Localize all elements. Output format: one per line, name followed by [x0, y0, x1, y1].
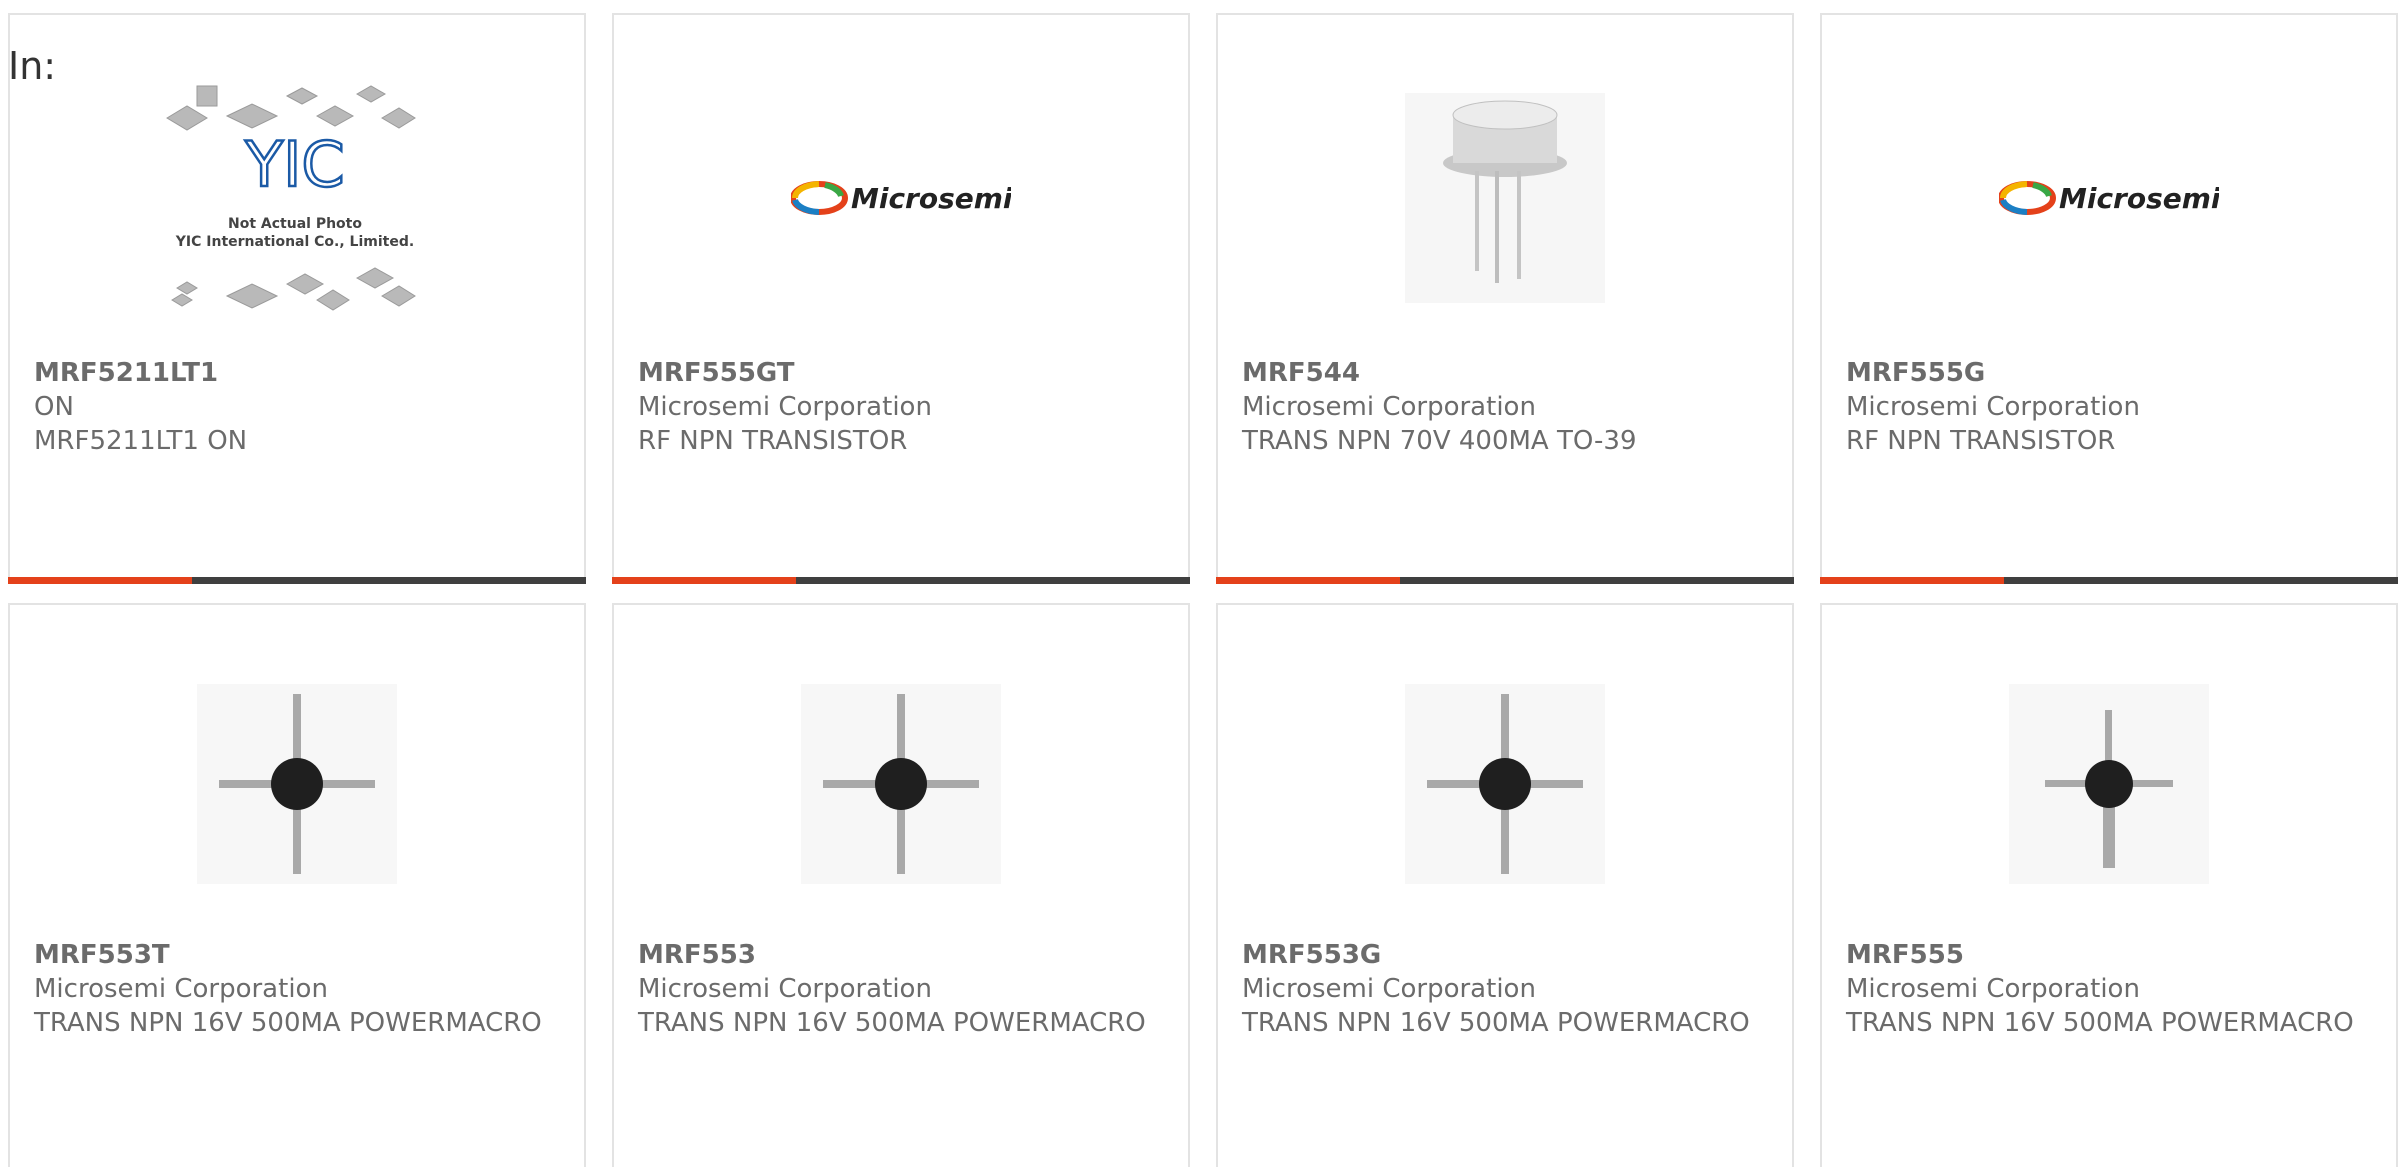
product-card[interactable]: Microsemi MRF555G Microsemi Corporation … — [1820, 13, 2398, 584]
part-number[interactable]: MRF544 — [1242, 356, 1780, 390]
powermacro-icon — [801, 684, 1001, 884]
product-grid-page: In: YIC Not Actual Photo YIC Internation… — [0, 0, 2400, 1167]
placeholder-photo-icon: YIC Not Actual Photo YIC International C… — [166, 85, 416, 311]
product-image[interactable] — [10, 669, 584, 899]
product-info: MRF553G Microsemi Corporation TRANS NPN … — [1242, 938, 1780, 1040]
card-accent-bar — [1216, 577, 1794, 584]
manufacturer: ON — [34, 392, 74, 422]
product-info: MRF555G Microsemi Corporation RF NPN TRA… — [1846, 356, 2384, 458]
part-number[interactable]: MRF553T — [34, 938, 572, 972]
part-number[interactable]: MRF555 — [1846, 938, 2384, 972]
description: MRF5211LT1 ON — [34, 426, 248, 456]
description: TRANS NPN 16V 500MA POWERMACRO — [1846, 1008, 2354, 1038]
product-card[interactable]: MRF553T Microsemi Corporation TRANS NPN … — [8, 603, 586, 1167]
svg-text:Microsemi: Microsemi — [851, 182, 1011, 215]
product-card[interactable]: YIC Not Actual Photo YIC International C… — [8, 13, 586, 584]
product-image[interactable]: Microsemi — [614, 83, 1188, 313]
svg-text:Microsemi: Microsemi — [2059, 182, 2219, 215]
powermacro-icon — [1405, 684, 1605, 884]
description: TRANS NPN 70V 400MA TO-39 — [1242, 426, 1637, 456]
card-accent-bar — [1820, 577, 2398, 584]
to39-can-icon — [1405, 93, 1605, 303]
manufacturer: Microsemi Corporation — [638, 392, 932, 422]
svg-text:YIC: YIC — [244, 128, 344, 201]
description: TRANS NPN 16V 500MA POWERMACRO — [34, 1008, 542, 1038]
manufacturer: Microsemi Corporation — [638, 974, 932, 1004]
filter-label: In: — [8, 44, 57, 88]
powermacro-icon — [197, 684, 397, 884]
powermacro-small-icon — [2009, 684, 2209, 884]
product-card[interactable]: MRF553G Microsemi Corporation TRANS NPN … — [1216, 603, 1794, 1167]
product-card[interactable]: MRF544 Microsemi Corporation TRANS NPN 7… — [1216, 13, 1794, 584]
part-number[interactable]: MRF5211LT1 — [34, 356, 572, 390]
part-number[interactable]: MRF555G — [1846, 356, 2384, 390]
manufacturer: Microsemi Corporation — [1242, 392, 1536, 422]
part-number[interactable]: MRF553 — [638, 938, 1176, 972]
product-card[interactable]: MRF555 Microsemi Corporation TRANS NPN 1… — [1820, 603, 2398, 1167]
description: RF NPN TRANSISTOR — [1846, 426, 2116, 456]
product-info: MRF555 Microsemi Corporation TRANS NPN 1… — [1846, 938, 2384, 1040]
description: TRANS NPN 16V 500MA POWERMACRO — [638, 1008, 1146, 1038]
product-image[interactable] — [1822, 669, 2396, 899]
product-image[interactable]: Microsemi — [1822, 83, 2396, 313]
card-accent-bar — [612, 577, 1190, 584]
description: RF NPN TRANSISTOR — [638, 426, 908, 456]
product-image[interactable]: YIC Not Actual Photo YIC International C… — [10, 83, 584, 313]
product-card[interactable]: MRF553 Microsemi Corporation TRANS NPN 1… — [612, 603, 1190, 1167]
microsemi-logo-icon: Microsemi — [1999, 181, 2219, 215]
product-info: MRF5211LT1 ON MRF5211LT1 ON — [34, 356, 572, 458]
microsemi-logo-icon: Microsemi — [791, 181, 1011, 215]
product-info: MRF553T Microsemi Corporation TRANS NPN … — [34, 938, 572, 1040]
manufacturer: Microsemi Corporation — [1242, 974, 1536, 1004]
description: TRANS NPN 16V 500MA POWERMACRO — [1242, 1008, 1750, 1038]
manufacturer: Microsemi Corporation — [1846, 392, 2140, 422]
product-image[interactable] — [614, 669, 1188, 899]
product-image[interactable] — [1218, 669, 1792, 899]
part-number[interactable]: MRF555GT — [638, 356, 1176, 390]
svg-text:Not Actual Photo: Not Actual Photo — [228, 216, 362, 232]
product-card[interactable]: Microsemi MRF555GT Microsemi Corporation… — [612, 13, 1190, 584]
part-number[interactable]: MRF553G — [1242, 938, 1780, 972]
card-accent-bar — [8, 577, 586, 584]
svg-text:YIC International Co., Limited: YIC International Co., Limited. — [175, 234, 414, 250]
product-info: MRF553 Microsemi Corporation TRANS NPN 1… — [638, 938, 1176, 1040]
manufacturer: Microsemi Corporation — [34, 974, 328, 1004]
product-image[interactable] — [1218, 83, 1792, 313]
product-info: MRF555GT Microsemi Corporation RF NPN TR… — [638, 356, 1176, 458]
product-info: MRF544 Microsemi Corporation TRANS NPN 7… — [1242, 356, 1780, 458]
manufacturer: Microsemi Corporation — [1846, 974, 2140, 1004]
